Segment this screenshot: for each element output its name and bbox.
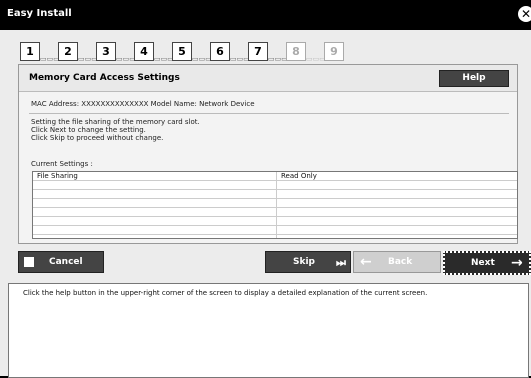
step-4-dots: ▭▭▭ (154, 55, 174, 63)
current-settings-table: File Sharing Read Only (32, 171, 518, 239)
help-text: Click the help button in the upper-right… (23, 289, 428, 297)
window-title: Easy Install (7, 8, 72, 19)
step-5: 5 (172, 42, 192, 61)
cancel-button[interactable]: Cancel (18, 251, 104, 273)
table-row: File Sharing Read Only (33, 172, 517, 181)
table-row (33, 208, 517, 217)
table-row (33, 181, 517, 190)
setting-name: File Sharing (37, 172, 78, 180)
step-3-dots: ▭▭▭ (116, 55, 136, 63)
title-bar: Easy Install ✕ (0, 0, 531, 30)
back-label: Back (388, 257, 413, 267)
next-label: Next (471, 258, 495, 268)
table-row (33, 190, 517, 199)
easy-install-window: Easy Install ✕ 1 ▭▭▭ 2 ▭▭▭ 3 ▭▭▭ 4 ▭▭▭ 5… (0, 0, 531, 378)
panel-header: Memory Card Access Settings Help (19, 65, 517, 92)
skip-label: Skip (293, 257, 315, 267)
step-2-dots: ▭▭▭ (78, 55, 98, 63)
step-7: 7 (248, 42, 268, 61)
description: Setting the file sharing of the memory c… (31, 118, 200, 142)
table-row (33, 226, 517, 235)
back-button[interactable]: ← Back (353, 251, 441, 273)
current-settings-label: Current Settings : (31, 160, 93, 168)
skip-button[interactable]: Skip ⏭ (265, 251, 351, 273)
description-line-1: Setting the file sharing of the memory c… (31, 118, 200, 126)
table-row (33, 199, 517, 208)
step-3: 3 (96, 42, 116, 61)
step-1: 1 (20, 42, 40, 61)
step-8: 8 (286, 42, 306, 61)
step-6: 6 (210, 42, 230, 61)
step-1-dots: ▭▭▭ (40, 55, 60, 63)
back-arrow-icon: ← (360, 254, 372, 270)
setting-value: Read Only (281, 172, 317, 180)
panel-title: Memory Card Access Settings (29, 73, 180, 83)
description-line-2: Click Next to change the setting. (31, 126, 146, 134)
step-4: 4 (134, 42, 154, 61)
cancel-box-icon (24, 257, 34, 267)
settings-panel: Memory Card Access Settings Help MAC Add… (18, 64, 518, 244)
next-button[interactable]: Next → (443, 251, 531, 275)
table-row (33, 217, 517, 226)
step-2: 2 (58, 42, 78, 61)
skip-forward-icon: ⏭ (336, 256, 346, 269)
step-9: 9 (324, 42, 344, 61)
cancel-label: Cancel (49, 257, 83, 267)
next-arrow-icon: → (511, 255, 523, 271)
help-button[interactable]: Help (439, 70, 509, 87)
help-text-area: Click the help button in the upper-right… (8, 283, 529, 378)
close-icon[interactable]: ✕ (518, 6, 531, 22)
step-8-dots: ▭▭▭ (306, 55, 326, 63)
device-info: MAC Address: XXXXXXXXXXXXXX Model Name: … (31, 100, 255, 108)
step-6-dots: ▭▭▭ (230, 55, 250, 63)
divider (29, 113, 509, 114)
step-5-dots: ▭▭▭ (192, 55, 212, 63)
description-line-3: Click Skip to proceed without change. (31, 134, 164, 142)
step-7-dots: ▭▭▭ (268, 55, 288, 63)
